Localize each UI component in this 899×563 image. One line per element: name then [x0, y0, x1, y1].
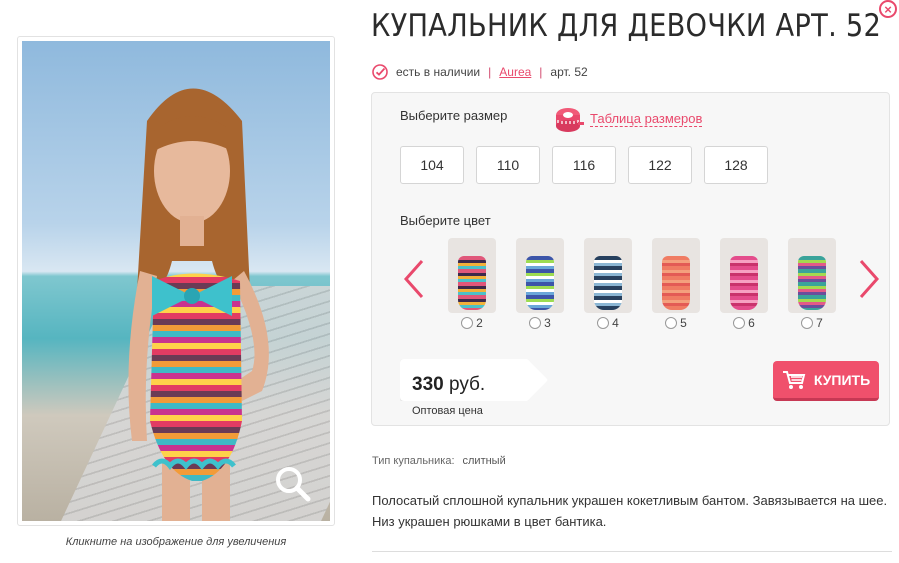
size-label: Выберите размер — [400, 108, 508, 123]
close-icon[interactable]: × — [879, 0, 897, 18]
color-option[interactable]: 7 — [788, 238, 836, 330]
brand-link[interactable]: Aurea — [499, 65, 531, 79]
product-title: КУПАЛЬНИК ДЛЯ ДЕВОЧКИ АРТ. 52 — [371, 8, 882, 44]
size-table-link[interactable]: Таблица размеров — [554, 105, 703, 133]
swimsuit-type: Тип купальника: слитный — [372, 455, 506, 467]
divider — [372, 551, 892, 552]
color-number: 4 — [612, 316, 619, 330]
girl-swimsuit-illustration — [128, 88, 269, 521]
availability-status: есть в наличии — [396, 65, 481, 79]
color-number: 3 — [544, 316, 551, 330]
size-option[interactable]: 104 — [400, 146, 464, 184]
color-number: 2 — [476, 316, 483, 330]
magnifier-icon[interactable] — [268, 459, 318, 509]
color-option[interactable]: 4 — [584, 238, 632, 330]
size-option[interactable]: 122 — [628, 146, 692, 184]
color-swatch[interactable] — [448, 238, 496, 313]
image-caption: Кликните на изображение для увеличения — [65, 536, 287, 548]
color-option[interactable]: 3 — [516, 238, 564, 330]
color-radio[interactable] — [529, 317, 542, 329]
color-swatch[interactable] — [788, 238, 836, 313]
price-currency: руб. — [448, 374, 486, 395]
product-photo[interactable] — [22, 41, 330, 521]
meta-separator: | — [539, 65, 543, 79]
color-radio[interactable] — [665, 317, 678, 329]
product-description: Полосатый сплошной купальник украшен кок… — [372, 493, 888, 529]
purchase-options-panel: Выберите размер Таблица размеров 104 110… — [371, 92, 890, 426]
color-option[interactable]: 6 — [720, 238, 768, 330]
color-radio[interactable] — [597, 317, 610, 329]
color-swatch[interactable] — [516, 238, 564, 313]
size-option[interactable]: 110 — [476, 146, 540, 184]
price: 330 руб. — [412, 374, 485, 396]
check-circle-icon — [372, 64, 388, 80]
size-option[interactable]: 128 — [704, 146, 768, 184]
price-value: 330 — [412, 374, 444, 395]
color-radio[interactable] — [801, 317, 814, 329]
color-option[interactable]: 5 — [652, 238, 700, 330]
color-radio[interactable] — [733, 317, 746, 329]
color-swatch[interactable] — [584, 238, 632, 313]
product-meta: есть в наличии | Aurea | арт. 52 — [372, 64, 588, 80]
color-number: 6 — [748, 316, 755, 330]
color-number: 5 — [680, 316, 687, 330]
color-option[interactable]: 2 — [448, 238, 496, 330]
meta-separator: | — [488, 65, 492, 79]
color-number: 7 — [816, 316, 823, 330]
buy-button[interactable]: КУПИТЬ — [773, 361, 879, 401]
article-number: арт. 52 — [550, 65, 588, 79]
chevron-left-icon[interactable] — [402, 259, 426, 304]
color-swatch[interactable] — [720, 238, 768, 313]
color-swatch[interactable] — [652, 238, 700, 313]
size-options: 104 110 116 122 128 — [400, 146, 768, 184]
chevron-right-icon[interactable] — [857, 259, 881, 304]
color-options: 2 3 4 5 6 7 — [448, 238, 836, 330]
type-label: Тип купальника: — [372, 455, 455, 467]
price-note: Оптовая цена — [412, 405, 483, 417]
color-radio[interactable] — [461, 317, 474, 329]
measuring-tape-icon — [556, 108, 584, 132]
buy-button-label: КУПИТЬ — [813, 371, 871, 388]
type-value: слитный — [462, 455, 506, 467]
color-label: Выберите цвет — [400, 213, 491, 228]
product-image-frame[interactable] — [17, 36, 335, 526]
size-option[interactable]: 116 — [552, 146, 616, 184]
cart-icon — [782, 370, 806, 389]
size-table-label: Таблица размеров — [590, 111, 703, 127]
